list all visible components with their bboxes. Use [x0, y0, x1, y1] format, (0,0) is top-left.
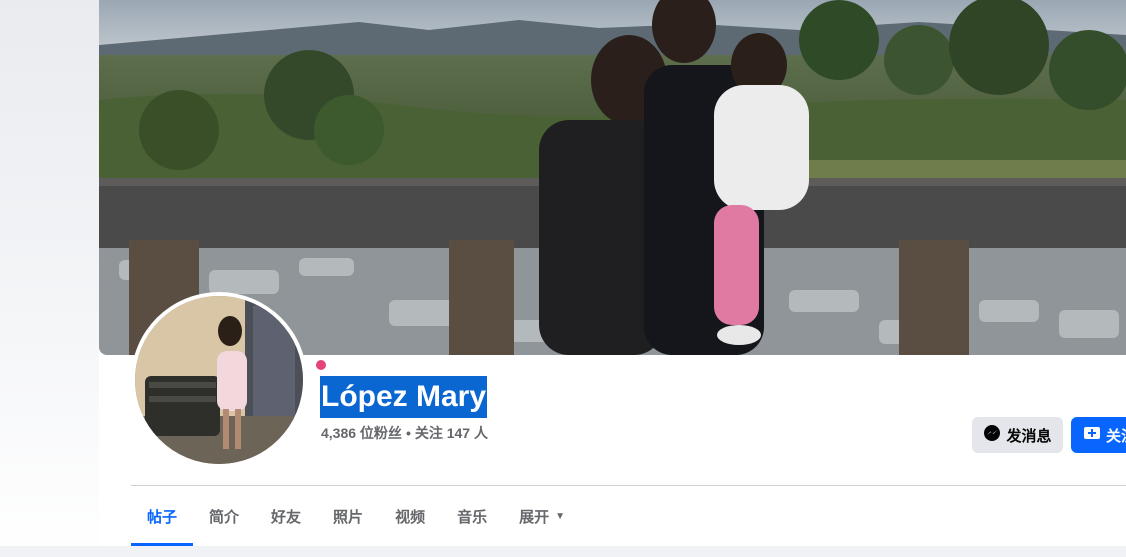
profile-avatar[interactable] [135, 296, 303, 464]
online-status-dot [316, 360, 326, 370]
tab-posts[interactable]: 帖子 [131, 486, 194, 546]
following-count[interactable]: 关注 147 人 [415, 423, 488, 443]
follow-button-label: 关注 [1106, 427, 1126, 445]
profile-avatar-frame[interactable] [131, 292, 307, 468]
profile-name: López Mary [320, 376, 488, 418]
page-bottom-strip [0, 546, 1126, 557]
follow-button[interactable]: 关注 [1071, 417, 1126, 453]
left-gutter [0, 0, 99, 557]
tab-label: 照片 [333, 508, 364, 526]
message-button[interactable]: 发消息 [972, 417, 1063, 453]
add-friend-icon [1083, 424, 1101, 446]
avatar-photo [135, 296, 303, 464]
tab-label: 视频 [395, 508, 426, 526]
tab-about[interactable]: 简介 [193, 486, 255, 546]
messenger-icon [983, 424, 1001, 446]
caret-down-icon: ▼ [555, 510, 566, 522]
tab-more[interactable]: 展开 ▼ [503, 486, 581, 546]
profile-stats: 4,386 位粉丝 • 关注 147 人 [321, 423, 488, 443]
tab-friends[interactable]: 好友 [255, 486, 317, 546]
tab-label: 简介 [209, 508, 240, 526]
profile-tabs: 帖子 简介 好友 照片 视频 音乐 展开 ▼ [131, 486, 581, 546]
followers-count[interactable]: 4,386 位粉丝 [321, 423, 402, 443]
stats-separator: • [405, 425, 411, 441]
tab-label: 帖子 [147, 508, 178, 526]
tab-videos[interactable]: 视频 [379, 486, 441, 546]
tab-music[interactable]: 音乐 [441, 486, 503, 546]
message-button-label: 发消息 [1006, 427, 1052, 445]
tab-label: 好友 [271, 508, 302, 526]
tab-photos[interactable]: 照片 [317, 486, 379, 546]
tab-label: 展开 [519, 508, 550, 526]
tab-label: 音乐 [457, 508, 488, 526]
